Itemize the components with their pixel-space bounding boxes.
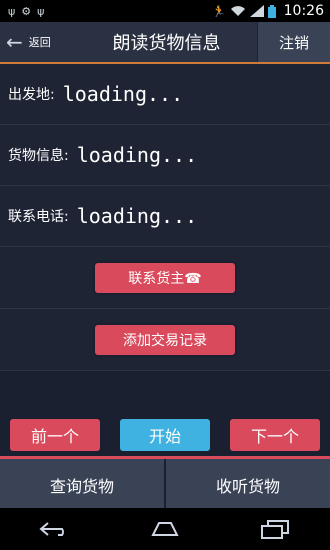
phone-value: loading... [76,204,198,228]
contact-owner-button[interactable]: 联系货主☎ [95,262,235,293]
cell-signal-icon [249,5,264,17]
cargo-row: 货物信息: loading... [0,125,330,186]
back-nav-icon [39,522,64,536]
cargo-value: loading... [76,143,198,167]
usb-icon: ψ [37,4,45,18]
query-cargo-tab[interactable]: 查询货物 [0,459,164,511]
home-nav-button[interactable] [140,514,190,544]
next-button[interactable]: 下一个 [230,419,320,451]
title-bar: ← 返回 朗读货物信息 注销 [0,22,330,64]
bottom-tab-bar: 查询货物 收听货物 [0,456,330,511]
start-button[interactable]: 开始 [120,419,210,451]
status-time: 10:26 [283,3,324,19]
recent-apps-icon [261,520,289,539]
cargo-label: 货物信息: [8,148,69,164]
back-label: 返回 [28,36,51,49]
battery-icon [267,4,276,18]
page-title: 朗读货物信息 [112,33,221,54]
status-bar: ψ ⚙ ψ 🏃 10:26 [0,0,330,22]
contact-owner-row: 联系货主☎ [0,247,330,309]
back-button[interactable]: ← 返回 [0,22,76,62]
back-arrow-icon: ← [6,30,23,54]
prev-button[interactable]: 前一个 [10,419,100,451]
add-record-button[interactable]: 添加交易记录 [95,324,235,355]
usb-icon: ψ [8,4,16,18]
departure-row: 出发地: loading... [0,64,330,125]
android-debug-icon: ⚙ [21,4,32,18]
logout-button[interactable]: 注销 [257,22,330,62]
listen-cargo-tab[interactable]: 收听货物 [164,459,330,511]
wifi-icon [230,6,245,16]
add-record-row: 添加交易记录 [0,309,330,371]
cargo-info-panel: 出发地: loading... 货物信息: loading... 联系电话: l… [0,64,330,371]
departure-value: loading... [62,82,184,106]
phone-row: 联系电话: loading... [0,186,330,247]
phone-label: 联系电话: [8,209,69,225]
back-nav-button[interactable] [30,514,80,544]
recent-apps-button[interactable] [250,514,300,544]
departure-label: 出发地: [8,87,55,103]
running-icon: 🏃 [211,4,226,18]
playback-nav: 前一个 开始 下一个 [0,414,330,456]
home-icon [151,522,179,536]
system-nav-bar [0,508,330,550]
